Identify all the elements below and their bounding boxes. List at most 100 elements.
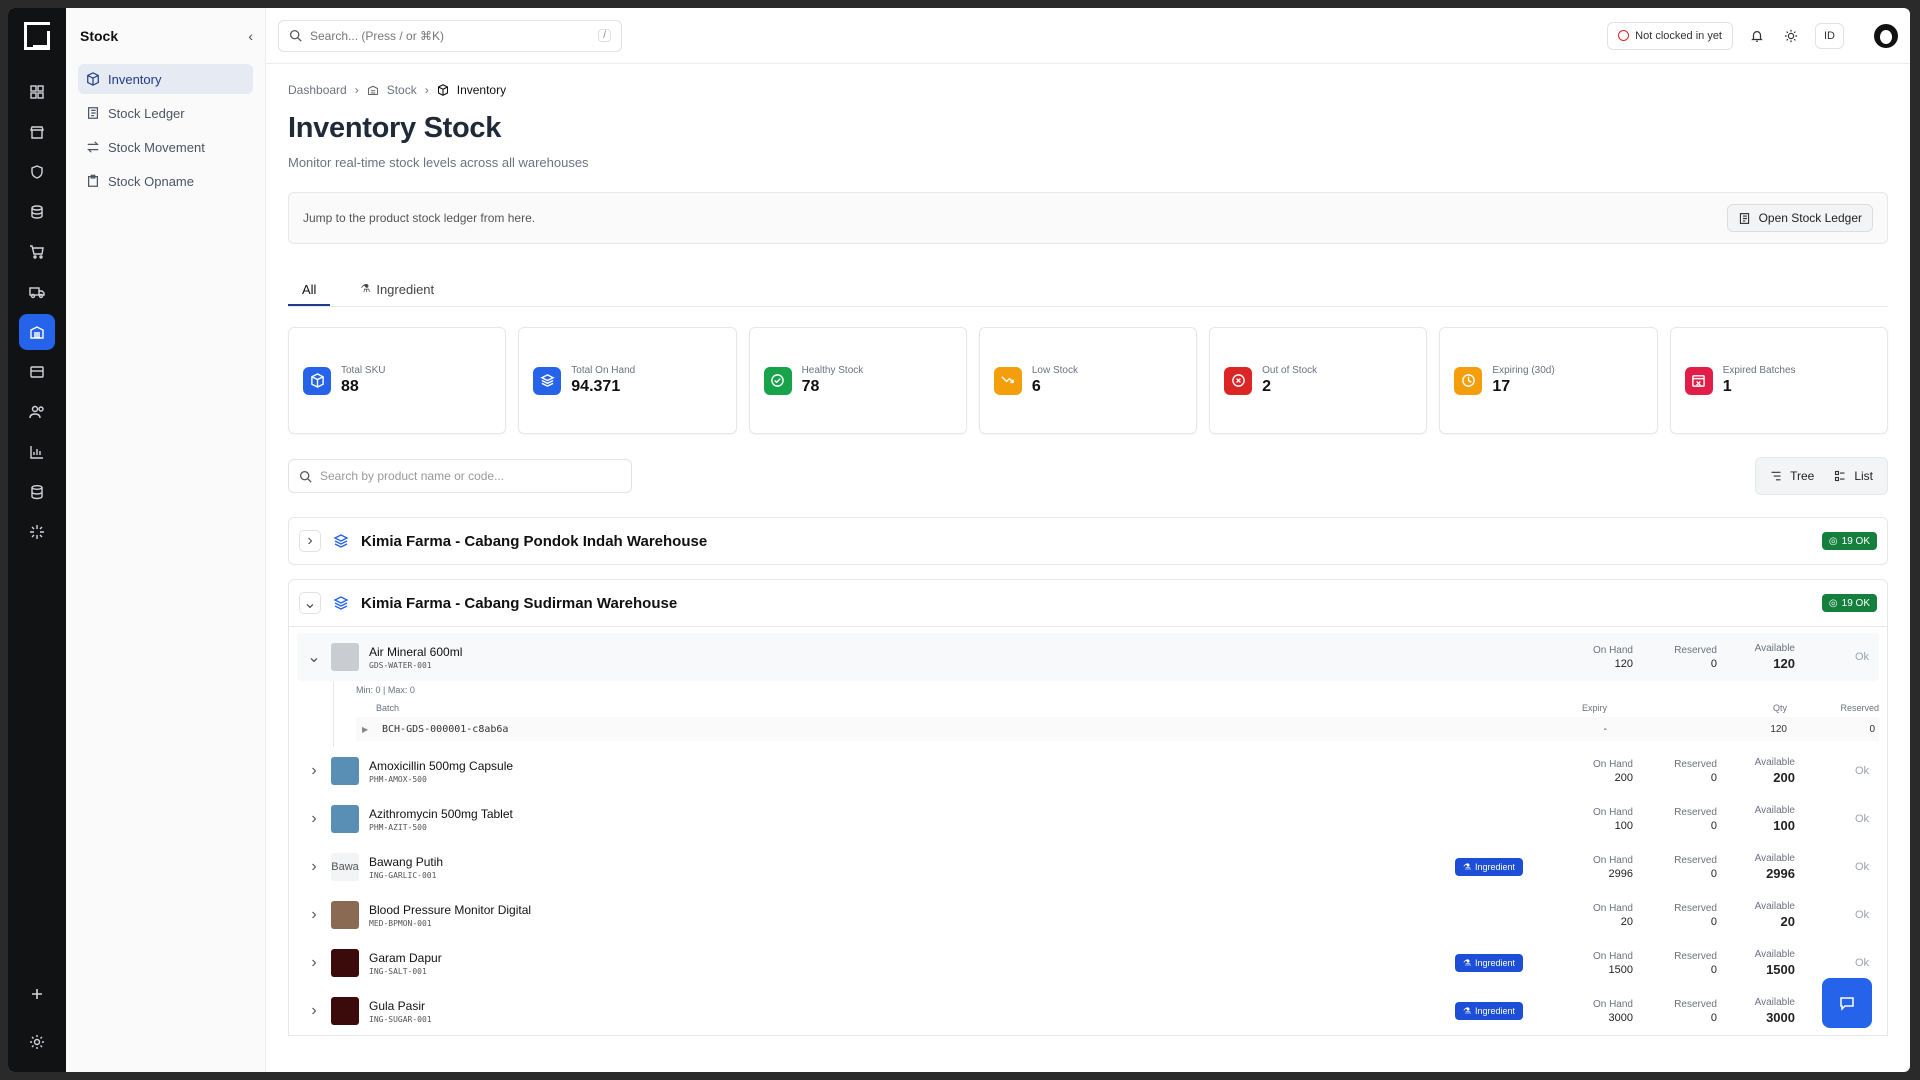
product-row[interactable]: › Blood Pressure Monitor Digital MED-BPM… [297, 891, 1879, 939]
chevron-right-icon[interactable]: › [307, 810, 321, 828]
stock-status: Ok [1854, 765, 1869, 777]
product-name: Blood Pressure Monitor Digital [369, 902, 532, 917]
chevron-right-icon[interactable]: › [307, 906, 321, 924]
collapse-chevron-icon[interactable]: ‹ [248, 28, 253, 44]
product-row[interactable]: › Gula Pasir ING-SUGAR-001 ⚗ Ingredient O… [297, 987, 1879, 1035]
ledger-shortcut-panel: Jump to the product stock ledger from he… [288, 192, 1888, 244]
ingredient-badge: ⚗ Ingredient [1454, 1002, 1523, 1020]
search-shortcut: / [598, 29, 611, 42]
plus-icon[interactable] [19, 976, 55, 1012]
sparkle-icon[interactable] [19, 514, 55, 550]
reserved-label: Reserved [1674, 806, 1717, 818]
flask-icon: ⚗ [1462, 1005, 1471, 1016]
sidebar-item-stock-ledger[interactable]: Stock Ledger [78, 98, 253, 128]
sidebar-item-stock-movement[interactable]: Stock Movement [78, 132, 253, 162]
sidebar-item-label: Stock Ledger [108, 105, 185, 121]
tree-view-button[interactable]: Tree [1762, 462, 1822, 490]
tree-view-label: Tree [1790, 469, 1815, 483]
users-icon[interactable] [19, 394, 55, 430]
avatar[interactable] [1874, 23, 1898, 48]
chevron-right-icon[interactable]: › [307, 762, 321, 780]
product-search-input[interactable]: Search by product name or code... [288, 459, 632, 493]
cart-icon[interactable] [19, 234, 55, 270]
database-icon[interactable] [19, 474, 55, 510]
list-view-button[interactable]: List [1826, 462, 1881, 490]
dashboard-icon[interactable] [19, 74, 55, 110]
stat-label: Total SKU [341, 365, 386, 376]
warehouse-name: Kimia Farma - Cabang Pondok Indah Wareho… [361, 532, 708, 550]
on-hand-value: 200 [1614, 771, 1633, 784]
reserved-label: Reserved [1674, 854, 1717, 866]
stat-label: Expiring (30d) [1492, 365, 1555, 376]
x-circle-icon [1224, 366, 1253, 395]
stock-status: Ok [1854, 861, 1869, 873]
card-icon[interactable] [19, 354, 55, 390]
warehouse-header[interactable]: › Kimia Farma - Cabang Pondok Indah Ware… [288, 517, 1888, 565]
available-label: Available [1754, 901, 1795, 912]
chat-button[interactable] [1822, 978, 1872, 1028]
on-hand-label: On Hand [1592, 758, 1633, 770]
product-row[interactable]: › Amoxicillin 500mg Capsule PHM-AMOX-500… [297, 747, 1879, 795]
product-thumbnail: Bawa [331, 853, 359, 881]
app-logo[interactable] [24, 22, 50, 50]
coins-icon[interactable] [19, 194, 55, 230]
product-row[interactable]: › Azithromycin 500mg Tablet PHM-AZIT-500… [297, 795, 1879, 843]
available-value: 1500 [1766, 962, 1795, 977]
page-subtitle: Monitor real-time stock levels across al… [288, 155, 589, 170]
chevron-right-icon[interactable]: › [299, 530, 321, 552]
product-thumbnail [331, 757, 359, 785]
shield-icon[interactable] [19, 154, 55, 190]
chart-icon[interactable] [19, 434, 55, 470]
store-icon[interactable] [19, 114, 55, 150]
chevron-right-icon: › [354, 83, 359, 97]
check-circle-icon: ◎ [1828, 535, 1838, 547]
chevron-down-icon[interactable]: ⌄ [299, 592, 321, 614]
status-badge: ◎ 19 OK [1821, 594, 1877, 612]
available-label: Available [1754, 757, 1795, 768]
open-stock-ledger-button[interactable]: Open Stock Ledger [1726, 204, 1873, 232]
sidebar-item-inventory[interactable]: Inventory [78, 64, 253, 94]
breadcrumb: Dashboard › Stock › Inventory [288, 80, 1888, 100]
global-search-input[interactable]: Search... (Press / or ⌘K) / [278, 19, 622, 52]
batch-row[interactable]: ▶ BCH-GDS-000001-c8ab6a - 120 0 [356, 717, 1879, 741]
chevron-right-icon[interactable]: › [307, 858, 321, 876]
batch-panel: Min: 0 | Max: 0 Batch Expiry Qty Reserve… [333, 681, 1879, 747]
tab-ingredient[interactable]: ⚗ Ingredient [346, 282, 448, 306]
breadcrumb-dashboard[interactable]: Dashboard [288, 83, 347, 97]
tab-all[interactable]: All [288, 282, 331, 306]
stat-card: Expired Batches 1 [1669, 327, 1888, 434]
stat-value: 78 [801, 378, 820, 395]
chevron-down-icon[interactable]: ⌄ [307, 647, 321, 667]
flask-icon: ⚗ [360, 283, 371, 295]
warehouse-header[interactable]: ⌄ Kimia Farma - Cabang Sudirman Warehous… [288, 579, 1888, 627]
product-row[interactable]: › Bawa Bawang Putih ING-GARLIC-001 ⚗ Ingr… [297, 843, 1879, 891]
gear-icon[interactable] [19, 1024, 55, 1060]
expiry-column-header: Expiry [1581, 703, 1607, 713]
qty-column-header: Qty [1772, 703, 1787, 713]
on-hand-label: On Hand [1592, 806, 1633, 818]
category-tabs: All ⚗ Ingredient [288, 282, 1888, 307]
stat-value: 1 [1722, 378, 1732, 395]
chevron-right-icon[interactable]: › [307, 1002, 321, 1020]
stat-label: Out of Stock [1262, 365, 1318, 376]
on-hand-value: 1500 [1608, 963, 1633, 976]
product-code: PHM-AZIT-500 [369, 822, 427, 832]
chevron-right-icon[interactable]: › [307, 954, 321, 972]
on-hand-label: On Hand [1592, 902, 1633, 914]
play-triangle-icon[interactable]: ▶ [362, 725, 382, 734]
product-row[interactable]: › Garam Dapur ING-SALT-001 ⚗ Ingredient O… [297, 939, 1879, 987]
warehouse-icon[interactable] [19, 314, 55, 350]
language-switch[interactable]: ID [1815, 22, 1844, 49]
layers-icon [333, 534, 349, 548]
breadcrumb-stock[interactable]: Stock [387, 83, 417, 97]
bell-icon[interactable] [1747, 26, 1767, 46]
ledger-icon [1739, 212, 1749, 224]
product-row[interactable]: ⌄ Air Mineral 600ml GDS-WATER-001 On Han… [297, 633, 1879, 681]
sidebar-item-stock-opname[interactable]: Stock Opname [78, 166, 253, 196]
available-value: 20 [1780, 914, 1795, 929]
sun-icon[interactable] [1781, 26, 1801, 46]
clock-in-status-button[interactable]: Not clocked in yet [1607, 21, 1733, 50]
truck-icon[interactable] [19, 274, 55, 310]
reserved-value: 0 [1710, 819, 1717, 832]
view-toggle: Tree List [1755, 457, 1888, 495]
